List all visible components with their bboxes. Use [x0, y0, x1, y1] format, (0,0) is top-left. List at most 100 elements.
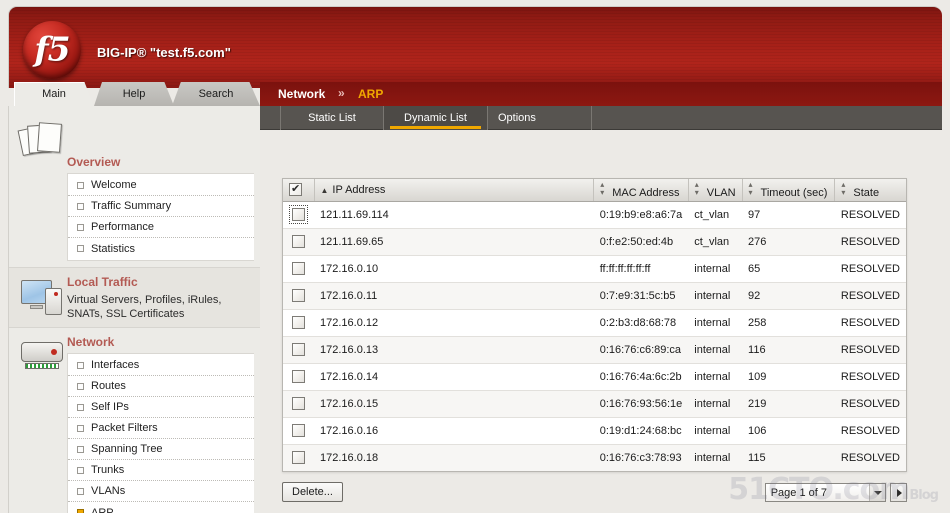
row-checkbox[interactable] [292, 235, 305, 248]
cell-ip-address: 172.16.0.10 [314, 255, 594, 283]
row-checkbox[interactable] [292, 424, 305, 437]
cell-state: RESOLVED [834, 390, 906, 418]
tab-options-label: Options [498, 112, 536, 124]
sidebar-item-trunks[interactable]: Trunks [68, 460, 254, 481]
table-row[interactable]: 172.16.0.15 0:16:76:93:56:1e internal 219 RE… [283, 390, 906, 418]
arp-table-head: ▲IP Address MAC Address VLAN Timeout (se… [283, 179, 906, 202]
tab-static-list[interactable]: Static List [280, 106, 384, 130]
cell-vlan: internal [688, 282, 743, 310]
row-select-cell[interactable] [283, 336, 314, 364]
column-header-ip-address[interactable]: ▲ IP Address [314, 179, 595, 202]
sidebar-item-arp[interactable]: ARP [68, 502, 254, 513]
page-select[interactable]: Page 1 of 7 [764, 483, 886, 502]
monitor-device-icon [19, 276, 67, 318]
table-row[interactable]: 172.16.0.14 0:16:76:4a:6c:2b internal 109 RE… [283, 363, 906, 391]
row-select-cell[interactable] [283, 255, 314, 283]
cell-vlan: internal [688, 444, 743, 471]
row-select-cell[interactable] [283, 363, 314, 391]
tab-search[interactable]: Search [172, 82, 260, 106]
pagination-controls: Page 1 of 7 [764, 483, 907, 502]
column-header-mac-address-label: MAC Address [612, 186, 680, 199]
column-header-vlan[interactable]: VLAN [688, 179, 743, 202]
column-header-mac-address[interactable]: MAC Address [593, 179, 689, 202]
row-checkbox[interactable] [292, 316, 305, 329]
tab-main[interactable]: Main [14, 82, 94, 106]
table-row[interactable]: 172.16.0.11 0:7:e9:31:5c:b5 internal 92 RESO… [283, 282, 906, 310]
cell-mac-address: 0:19:b9:e8:a6:7a [593, 201, 689, 229]
cell-ip-address: 121.11.69.65 [314, 228, 594, 256]
row-select-cell[interactable] [283, 444, 314, 471]
bullet-icon [77, 361, 84, 369]
table-row[interactable]: 172.16.0.13 0:16:76:c6:89:ca internal 116 RE… [283, 336, 906, 364]
row-checkbox[interactable] [292, 208, 305, 221]
cell-vlan: internal [688, 363, 743, 391]
sidebar-item-statistics[interactable]: Statistics [68, 238, 254, 259]
table-row[interactable]: 172.16.0.10 ff:ff:ff:ff:ff:ff internal 65 RE… [283, 255, 906, 283]
sort-toggle-icon [841, 181, 849, 197]
cell-state: RESOLVED [834, 417, 906, 445]
row-checkbox[interactable] [292, 370, 305, 383]
table-row[interactable]: 172.16.0.18 0:16:76:c3:78:93 internal 115 RE… [283, 444, 906, 471]
tab-help[interactable]: Help [94, 82, 174, 106]
cell-vlan: internal [688, 390, 743, 418]
tab-options[interactable]: Options [488, 106, 592, 130]
row-checkbox[interactable] [292, 451, 305, 465]
sidebar-item-spanning-tree[interactable]: Spanning Tree [68, 439, 254, 460]
sidebar-item-performance[interactable]: Performance [68, 217, 254, 238]
table-row[interactable]: 121.11.69.114 0:19:b9:e8:a6:7a ct_vlan 97 RE… [283, 201, 906, 229]
row-select-cell[interactable] [283, 417, 314, 445]
sidebar-section-local-traffic-title: Local Traffic [67, 275, 138, 289]
cell-mac-address: 0:16:76:c6:89:ca [593, 336, 689, 364]
chevron-down-icon[interactable] [869, 484, 885, 501]
bullet-icon [77, 487, 84, 495]
cell-timeout: 65 [742, 255, 835, 283]
cell-mac-address: 0:19:d1:24:68:bc [593, 417, 689, 445]
sidebar-item-label: ARP [91, 506, 114, 513]
sidebar-item-self-ips[interactable]: Self IPs [68, 397, 254, 418]
cell-ip-address: 172.16.0.15 [314, 390, 594, 418]
select-all-checkbox[interactable] [289, 182, 302, 197]
cell-mac-address: ff:ff:ff:ff:ff:ff [593, 255, 689, 283]
column-header-state[interactable]: State [834, 179, 906, 202]
sidebar-section-overview-title: Overview [67, 155, 121, 169]
row-checkbox[interactable] [292, 397, 305, 410]
sidebar-item-label: Spanning Tree [91, 443, 163, 455]
sidebar-item-vlans[interactable]: VLANs [68, 481, 254, 502]
row-select-cell[interactable] [283, 228, 314, 256]
cell-state: RESOLVED [834, 255, 906, 283]
row-select-cell[interactable] [283, 309, 314, 337]
column-header-select-all[interactable] [283, 179, 315, 202]
row-select-cell[interactable] [283, 390, 314, 418]
tab-dynamic-list[interactable]: Dynamic List [384, 106, 488, 130]
row-checkbox[interactable] [292, 343, 305, 356]
row-select-cell[interactable] [283, 282, 314, 310]
table-row[interactable]: 172.16.0.16 0:19:d1:24:68:bc internal 106 RE… [283, 417, 906, 445]
sort-ascending-icon: ▲ [320, 185, 329, 195]
row-checkbox[interactable] [292, 262, 305, 275]
arp-table-container: ▲IP Address MAC Address VLAN Timeout (se… [282, 178, 907, 472]
cell-timeout: 97 [742, 201, 835, 229]
sidebar-item-routes[interactable]: Routes [68, 376, 254, 397]
row-select-cell[interactable] [283, 201, 314, 229]
table-row[interactable]: 121.11.69.65 0:f:e2:50:ed:4b ct_vlan 276 RES… [283, 228, 906, 256]
row-checkbox[interactable] [292, 289, 305, 302]
delete-button[interactable]: Delete... [282, 482, 343, 502]
banner-title: BIG-IP® "test.f5.com" [97, 45, 231, 60]
sidebar-item-traffic-summary[interactable]: Traffic Summary [68, 196, 254, 217]
sidebar-section-local-traffic[interactable]: Local Traffic Virtual Servers, Profiles,… [9, 268, 260, 328]
next-page-button[interactable] [890, 483, 907, 502]
column-header-timeout[interactable]: Timeout (sec) [742, 179, 836, 202]
cell-vlan: internal [688, 336, 743, 364]
sidebar-item-interfaces[interactable]: Interfaces [68, 355, 254, 376]
breadcrumb-root[interactable]: Network [278, 87, 325, 101]
table-row[interactable]: 172.16.0.12 0:2:b3:d8:68:78 internal 258 RES… [283, 309, 906, 337]
sidebar-item-packet-filters[interactable]: Packet Filters [68, 418, 254, 439]
table-header-row: ▲IP Address MAC Address VLAN Timeout (se… [283, 179, 906, 202]
sidebar-item-welcome[interactable]: Welcome [68, 175, 254, 196]
bullet-icon [77, 245, 84, 252]
watermark-suffix: Blog [909, 488, 939, 503]
cell-vlan: internal [688, 417, 743, 445]
cell-ip-address: 172.16.0.13 [314, 336, 594, 364]
sidebar-item-label: Packet Filters [91, 422, 158, 434]
cell-timeout: 109 [742, 363, 835, 391]
